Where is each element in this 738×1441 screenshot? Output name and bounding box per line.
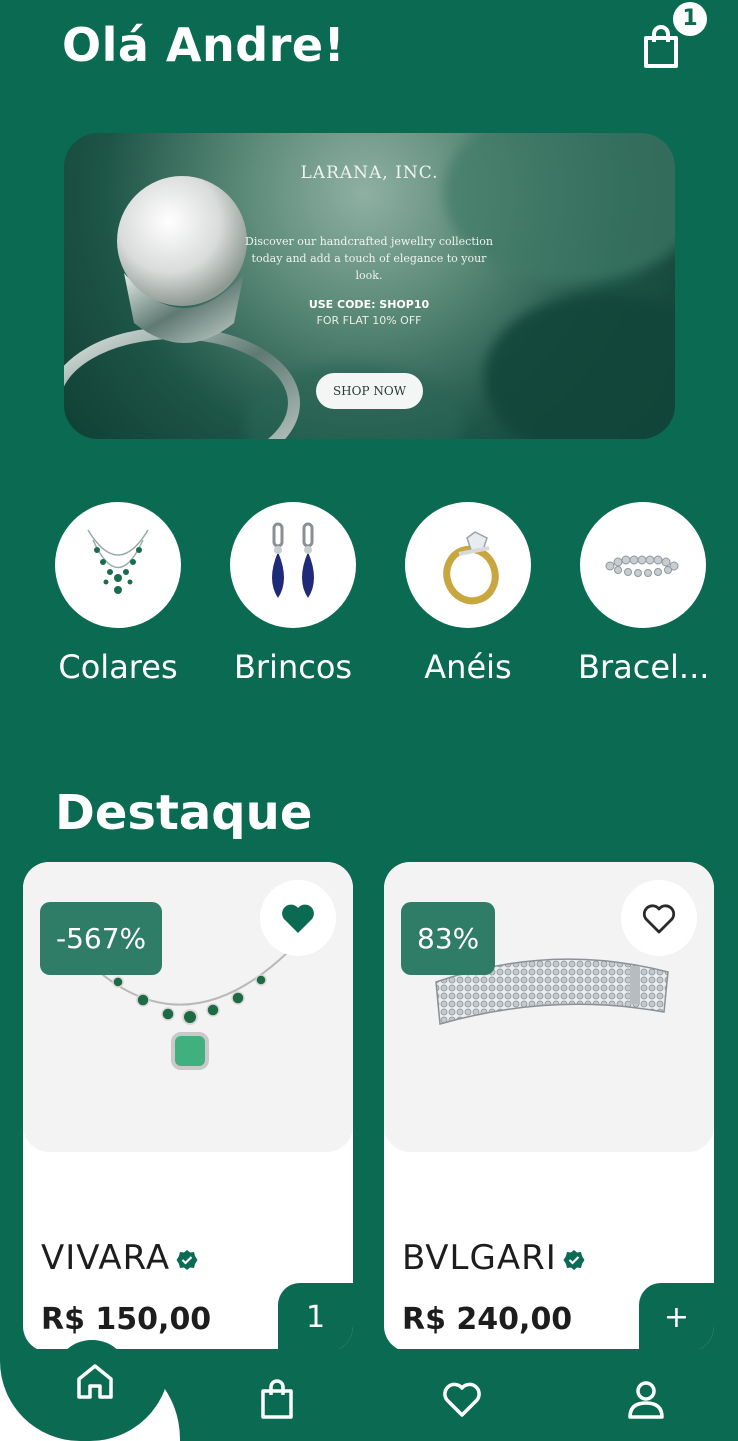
category-circle <box>405 502 531 628</box>
favorite-button[interactable] <box>621 880 697 956</box>
earrings-icon <box>272 522 314 598</box>
home-icon <box>77 1364 113 1399</box>
category-circle <box>580 502 706 628</box>
category-label: Colares <box>58 648 178 686</box>
promo-banner[interactable]: LARANA, INC. Discover our handcrafted je… <box>64 133 675 439</box>
product-brand: VIVARA <box>41 1238 198 1278</box>
product-price: R$ 150,00 <box>41 1302 212 1337</box>
banner-description: Discover our handcrafted jewellry collec… <box>245 235 493 282</box>
category-label: Anéis <box>424 648 512 686</box>
necklace-icon <box>87 529 149 594</box>
category-rings[interactable]: Anéis <box>403 502 533 686</box>
bag-icon <box>261 1379 293 1419</box>
featured-title: Destaque <box>55 785 313 841</box>
product-price: R$ 240,00 <box>402 1302 573 1337</box>
shop-now-button[interactable]: SHOP NOW <box>316 373 423 409</box>
heart-filled-icon <box>282 904 314 933</box>
heart-outline-icon <box>642 904 676 934</box>
bracelet-icon <box>605 555 679 577</box>
banner-brand: LARANA, INC. <box>300 163 439 183</box>
category-bracelets[interactable]: Bracel... <box>578 502 710 686</box>
cart-count-badge: 1 <box>673 2 707 36</box>
favorite-button[interactable] <box>260 880 336 956</box>
discount-badge: 83% <box>401 902 496 975</box>
ring-icon <box>443 531 499 605</box>
banner-promo-code: USE CODE: SHOP10 <box>308 298 430 311</box>
product-card-bvlgari[interactable]: 83% BVLGARI R$ 240,00 + <box>384 862 714 1352</box>
product-brand-name: BVLGARI <box>402 1238 557 1278</box>
verified-icon <box>563 1249 585 1270</box>
product-brand-name: VIVARA <box>41 1238 171 1278</box>
nav-profile-button[interactable] <box>624 1377 668 1421</box>
nav-bag-button[interactable] <box>255 1377 299 1421</box>
add-to-cart-button[interactable]: + <box>639 1283 714 1352</box>
nav-favorites-button[interactable] <box>440 1377 484 1421</box>
heart-icon <box>443 1382 481 1417</box>
category-label: Bracel... <box>578 648 710 686</box>
banner-offer: FOR FLAT 10% OFF <box>316 314 422 327</box>
greeting-title: Olá Andre! <box>62 18 346 72</box>
cart-quantity-button[interactable]: 1 <box>278 1283 353 1352</box>
user-icon <box>628 1381 664 1419</box>
header: Olá Andre! 1 <box>0 0 738 100</box>
category-circle <box>230 502 356 628</box>
discount-badge: -567% <box>40 902 163 975</box>
category-label: Brincos <box>233 648 353 686</box>
category-circle <box>55 502 181 628</box>
category-earrings[interactable]: Brincos <box>228 502 358 686</box>
product-brand: BVLGARI <box>402 1238 585 1278</box>
product-card-vivara[interactable]: -567% VIVARA R$ 150,00 1 <box>23 862 353 1352</box>
category-necklaces[interactable]: Colares <box>53 502 183 686</box>
verified-icon <box>176 1249 198 1270</box>
nav-home-button[interactable] <box>54 1340 130 1416</box>
